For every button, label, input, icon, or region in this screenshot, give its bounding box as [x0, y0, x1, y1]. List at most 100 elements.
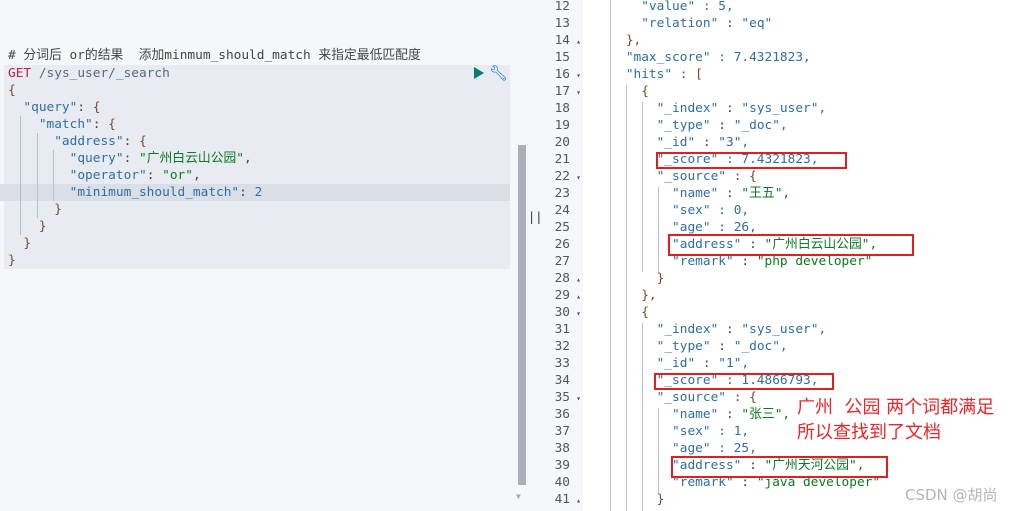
line-number: 31	[541, 321, 581, 338]
code-token: "_type"	[595, 339, 711, 354]
code-token: "age"	[595, 220, 711, 235]
line-number: 26	[541, 236, 581, 253]
response-line: "_type" : "_doc",	[595, 338, 788, 355]
response-line: "_id" : "3",	[595, 134, 750, 151]
line-number: 36	[541, 406, 581, 423]
fold-toggle-icon[interactable]: ▾	[572, 67, 581, 84]
fold-toggle-icon[interactable]: ▾	[572, 305, 581, 322]
code-token: }	[8, 202, 62, 217]
line-number-text: 29	[554, 288, 570, 303]
indent-guide	[20, 116, 21, 235]
line-number-text: 33	[554, 356, 570, 371]
line-number: 24	[541, 202, 581, 219]
code-line: {	[8, 82, 16, 99]
code-token: "query"	[8, 151, 124, 166]
line-number: 25	[541, 219, 581, 236]
scroll-down-arrow-icon[interactable]: ▼	[516, 492, 521, 501]
line-number-text: 21	[554, 152, 570, 167]
response-line: "name" : "王五",	[595, 185, 790, 202]
fold-toggle-icon[interactable]: ▴	[572, 492, 581, 509]
line-number-text: 35	[554, 390, 570, 405]
code-line: }	[8, 252, 16, 269]
code-token: : 25,	[710, 441, 757, 456]
code-token: :	[718, 322, 742, 337]
line-number: 30 ▾	[541, 304, 581, 321]
code-line: "address": {	[8, 133, 147, 150]
play-icon[interactable]	[474, 67, 484, 79]
response-line: "max_score" : 7.4321823,	[595, 49, 811, 66]
response-line: "_source" : {	[595, 168, 757, 185]
response-line: {	[595, 304, 649, 321]
code-token: "name"	[595, 186, 719, 201]
code-token: }	[595, 271, 665, 286]
indent-guide	[658, 408, 659, 493]
request-block[interactable]: GET /sys_user/_search { "query": { "matc…	[0, 65, 510, 269]
code-token: "1",	[718, 356, 750, 371]
code-token: :	[710, 118, 734, 133]
response-line: "_id" : "1",	[595, 355, 750, 372]
line-number: 38	[541, 440, 581, 457]
code-token: "3",	[718, 135, 750, 150]
code-token: "_index"	[595, 101, 719, 116]
indent-guide	[658, 187, 659, 272]
line-number: 35 ▾	[541, 389, 581, 406]
fold-toggle-icon[interactable]: ▴	[572, 288, 581, 305]
highlight-box-score-2	[654, 373, 834, 390]
response-line: "sex" : 1,	[595, 423, 749, 440]
fold-toggle-icon[interactable]: ▴	[572, 271, 581, 288]
indent-guide	[610, 0, 611, 511]
code-line: }	[8, 235, 31, 252]
request-path: /sys_user/_search	[31, 66, 170, 81]
line-number-text: 18	[554, 101, 570, 116]
line-number: 32	[541, 338, 581, 355]
code-line: "minimum_should_match": 2	[8, 184, 263, 201]
fold-toggle-icon[interactable]: ▾	[572, 169, 581, 186]
line-number-text: 16	[554, 67, 570, 82]
wrench-icon[interactable]: 🔧︎	[489, 64, 508, 82]
line-number-text: 41	[554, 492, 570, 507]
code-token: "address"	[8, 134, 124, 149]
response-line: "name" : "张三",	[595, 406, 790, 423]
code-token: "php developer"	[756, 254, 873, 269]
code-token: "minimum_should_match"	[8, 185, 240, 200]
code-token: "sys_user",	[741, 101, 827, 116]
fold-toggle-icon[interactable]: ▴	[572, 33, 581, 50]
http-method: GET	[8, 66, 32, 81]
code-line: "match": {	[8, 116, 116, 133]
response-line: },	[595, 32, 641, 49]
request-line: GET /sys_user/_search	[8, 65, 170, 82]
code-token: "sex"	[595, 424, 711, 439]
line-number-text: 14	[554, 33, 570, 48]
code-token: : 5,	[695, 0, 734, 14]
response-line: "sex" : 0,	[595, 202, 749, 219]
line-number-text: 26	[554, 237, 570, 252]
code-token: :	[92, 117, 109, 132]
fold-toggle-icon[interactable]: ▾	[572, 84, 581, 101]
line-number: 33	[541, 355, 581, 372]
code-token: {	[8, 83, 16, 98]
code-token: :	[710, 339, 734, 354]
panel-resize-handle[interactable]: ||	[528, 0, 542, 511]
response-line: "hits" : [	[595, 66, 703, 83]
code-token: "sys_user",	[741, 322, 827, 337]
line-number-text: 27	[554, 254, 570, 269]
highlight-box-address-2	[671, 456, 888, 478]
fold-toggle-icon[interactable]: ▾	[572, 390, 581, 407]
request-comment: # 分词后 or的结果 添加minmum_should_match 来指定最低匹…	[8, 48, 421, 63]
response-line: }	[595, 270, 665, 287]
code-line: "query": "广州白云山公园",	[8, 150, 252, 167]
line-number-text: 13	[554, 16, 570, 31]
watermark: CSDN @胡尚	[905, 486, 998, 504]
code-token: "max_score"	[595, 50, 711, 65]
code-token: "张三",	[741, 407, 791, 422]
code-token: "_source"	[595, 169, 726, 184]
response-line: "_source" : {	[595, 389, 757, 406]
line-number-text: 39	[554, 458, 570, 473]
code-line: "query": {	[8, 99, 100, 116]
line-number: 17 ▾	[541, 83, 581, 100]
scrollbar[interactable]	[518, 145, 526, 485]
code-token: "eq"	[741, 16, 773, 31]
highlight-box-score-1	[656, 152, 847, 169]
code-token: 2	[254, 185, 263, 200]
code-token: :	[718, 16, 742, 31]
